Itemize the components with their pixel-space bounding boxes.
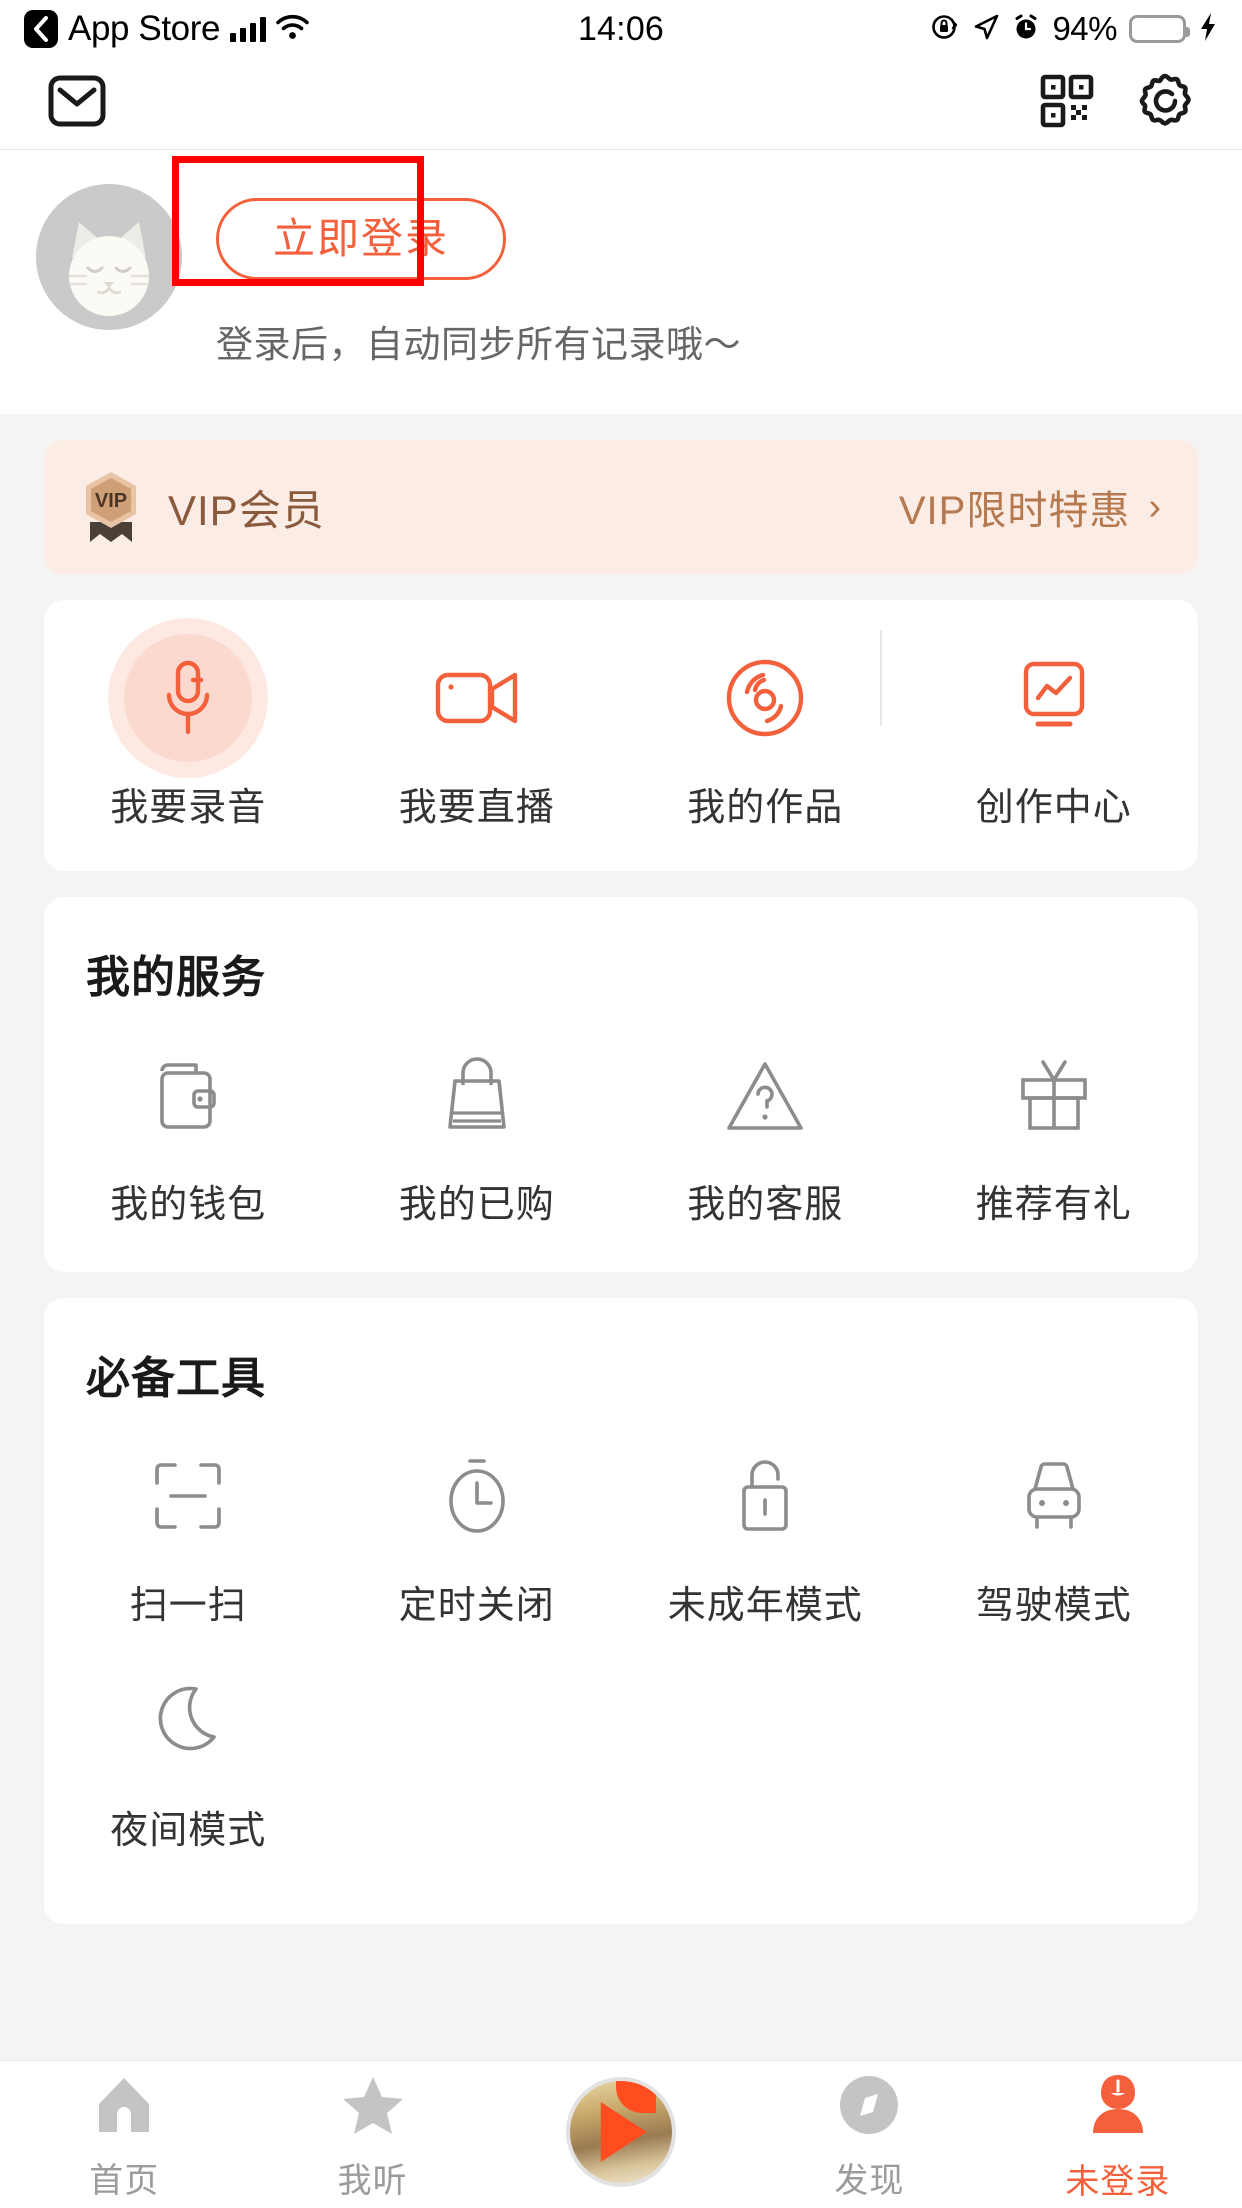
quick-action-works[interactable]: 我的作品 [621,646,910,831]
tool-label: 扫一扫 [129,1585,247,1627]
mail-envelope-icon[interactable] [48,75,106,132]
quick-action-record[interactable]: 我要录音 [44,618,333,831]
help-triangle-icon [713,1043,817,1147]
service-label: 我的已购 [398,1184,555,1226]
timer-clock-icon [425,1444,529,1548]
tab-label: 未登录 [1065,2162,1171,2201]
vip-label: VIP会员 [168,486,325,534]
quick-actions-grid: 我要录音 我要直播 我的作品 创作中心 [44,600,1198,871]
avatar[interactable] [36,184,182,330]
tool-scan[interactable]: 扫一扫 [44,1444,333,1629]
battery-icon [1129,15,1190,43]
scan-frame-icon [136,1444,240,1548]
chevron-right-icon: › [1148,486,1162,528]
tool-label: 驾驶模式 [975,1585,1132,1627]
quick-action-label: 我要直播 [398,787,555,829]
car-icon [1002,1444,1106,1548]
tab-home[interactable]: 首页 [0,2068,248,2202]
login-button-wrapper: 立即登录 [172,156,507,286]
tool-night-mode[interactable]: 夜间模式 [44,1669,333,1854]
tab-label: 我听 [337,2161,408,2200]
quick-action-label: 创作中心 [975,787,1132,829]
service-purchased[interactable]: 我的已购 [333,1043,622,1228]
vip-banner[interactable]: VIP VIP会员 VIP限时特惠 › [44,440,1198,574]
gift-icon [1002,1043,1106,1147]
tools-title: 必备工具 [86,1354,266,1403]
person-icon [1089,2073,1147,2142]
header-actions [1040,72,1194,135]
service-wallet[interactable]: 我的钱包 [44,1043,333,1228]
service-support[interactable]: 我的客服 [621,1043,910,1228]
tool-timer[interactable]: 定时关闭 [333,1444,622,1629]
vip-cta-label: VIP限时特惠 [898,489,1131,533]
tools-card: 必备工具 扫一扫 定时关闭 未成年模式 驾驶模式 夜间模式 [44,1298,1198,1924]
tools-grid: 扫一扫 定时关闭 未成年模式 驾驶模式 夜间模式 [44,1406,1198,1924]
tab-discover[interactable]: 发现 [745,2068,993,2202]
tab-player[interactable] [497,2071,745,2199]
quick-actions-divider [879,630,882,726]
profile-section: 立即登录 登录后，自动同步所有记录哦～ [0,150,1242,414]
tool-driving-mode[interactable]: 驾驶模式 [910,1444,1199,1629]
service-referral[interactable]: 推荐有礼 [910,1043,1199,1228]
tab-listen[interactable]: 我听 [248,2068,496,2202]
wallet-icon [136,1043,240,1147]
bottom-tab-bar: 首页 我听 发现 未登录 [0,2060,1242,2208]
video-camera-icon [425,646,529,750]
tab-label: 发现 [834,2161,905,2200]
cat-avatar-icon [36,184,182,330]
tab-profile[interactable]: 未登录 [994,2067,1242,2203]
tool-label: 夜间模式 [110,1810,267,1852]
quick-action-label: 我的作品 [687,787,844,829]
home-icon [93,2074,155,2141]
compass-icon [838,2074,900,2141]
quick-action-creator-center[interactable]: 创作中心 [910,646,1199,831]
tool-minor-mode[interactable]: 未成年模式 [621,1444,910,1629]
chart-screen-icon [1002,646,1106,750]
profile-subtitle: 登录后，自动同步所有记录哦～ [216,324,741,365]
qr-code-icon[interactable] [1040,74,1094,133]
vip-badge-icon: VIP [80,470,142,544]
tool-label: 定时关闭 [398,1585,555,1627]
vip-cta[interactable]: VIP限时特惠 › [899,478,1162,536]
gear-icon[interactable] [1136,72,1194,135]
services-title: 我的服务 [86,953,266,1002]
quick-actions-card: 我要录音 我要直播 我的作品 创作中心 [44,600,1198,871]
status-bar-clock: 14:06 [577,9,665,48]
padlock-open-icon [713,1444,817,1548]
tool-label: 未成年模式 [667,1585,863,1627]
services-grid: 我的钱包 我的已购 我的客服 推荐有礼 [44,1005,1198,1272]
star-icon [341,2074,405,2141]
crescent-moon-icon [136,1669,240,1773]
app-header [0,58,1242,150]
service-label: 我的钱包 [110,1184,267,1226]
player-thumbnail-icon [566,2076,677,2187]
microphone-icon [108,618,269,778]
profile-details: 立即登录 登录后，自动同步所有记录哦～ [172,156,741,368]
service-label: 推荐有礼 [975,1184,1132,1226]
svg-text:VIP: VIP [95,490,127,512]
vinyl-record-icon [713,646,817,750]
status-bar: App Store 14:06 94% [0,0,1242,58]
login-button[interactable]: 立即登录 [216,198,507,280]
shopping-bag-icon [425,1043,529,1147]
service-label: 我的客服 [687,1184,844,1226]
quick-action-live[interactable]: 我要直播 [333,646,622,831]
tab-label: 首页 [89,2161,160,2200]
quick-action-label: 我要录音 [110,787,267,829]
services-card: 我的服务 我的钱包 我的已购 我的客服 推荐有礼 [44,897,1198,1272]
